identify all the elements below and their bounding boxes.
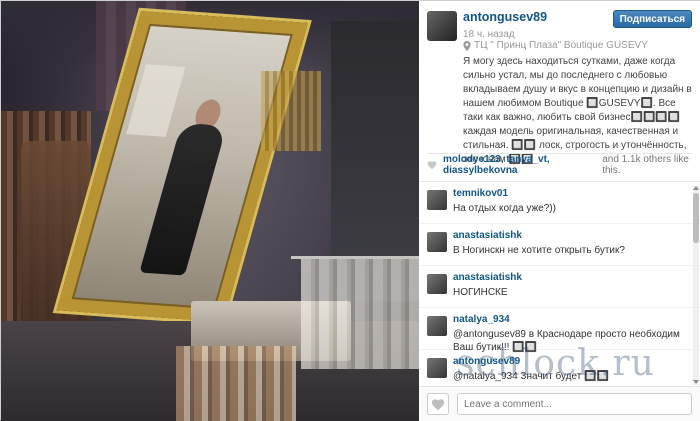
post-caption: ТЦ " Принц Плаза" Boutique GUSEVY Я могу… xyxy=(463,39,693,167)
commenter-username[interactable]: temnikov01 xyxy=(453,188,508,199)
commenter-username[interactable]: anastasiatishk xyxy=(453,272,522,283)
commenter-avatar[interactable] xyxy=(427,358,447,378)
instagram-post-window: antongusev89 18 ч. назад Подписаться ТЦ … xyxy=(0,0,700,421)
commenter-avatar[interactable] xyxy=(427,190,447,210)
heart-icon xyxy=(427,160,437,169)
comment-input[interactable] xyxy=(457,393,692,415)
photo-mirror-shelf xyxy=(126,64,186,137)
scroll-down-icon[interactable] xyxy=(693,379,699,385)
location-text[interactable]: ТЦ " Принц Плаза" Boutique GUSEVY xyxy=(474,39,648,53)
comment-item: temnikov01 На отдых когда уже?)) xyxy=(419,182,700,224)
post-photo[interactable] xyxy=(1,1,419,421)
likes-row: molodye123, tanya_vt, diassylbekovna and… xyxy=(427,153,692,176)
heart-icon xyxy=(431,398,445,410)
scroll-up-icon[interactable] xyxy=(693,185,699,191)
author-username[interactable]: antongusev89 xyxy=(463,10,547,24)
author-avatar[interactable] xyxy=(427,11,457,41)
scrollbar-thumb[interactable] xyxy=(693,193,699,243)
comments-scrollbar[interactable] xyxy=(693,185,699,385)
photo-hanging-clothes xyxy=(301,259,419,369)
commenter-avatar[interactable] xyxy=(427,232,447,252)
commenter-avatar[interactable] xyxy=(427,316,447,336)
commenter-username[interactable]: natalya_934 xyxy=(453,314,510,325)
comment-footer xyxy=(419,386,700,421)
comment-text: НОГИНСКЕ xyxy=(453,287,508,298)
comment-item: anastasiatishk НОГИНСКЕ xyxy=(419,266,700,308)
liked-by-users[interactable]: molodye123, tanya_vt, diassylbekovna xyxy=(443,154,596,176)
comment-text: На отдых когда уже?)) xyxy=(453,203,556,214)
post-location[interactable]: ТЦ " Принц Плаза" Boutique GUSEVY xyxy=(463,39,693,53)
comment-text: В Ногинскн не хотите открыть бутик? xyxy=(453,245,625,256)
likes-count: and 1.1k others like this. xyxy=(602,153,689,176)
location-pin-icon xyxy=(463,41,471,51)
comment-item: anastasiatishk В Ногинскн не хотите откр… xyxy=(419,224,700,266)
watermark: schlock.ru xyxy=(456,343,655,384)
photo-folded-clothes xyxy=(176,346,296,421)
like-button[interactable] xyxy=(427,393,449,415)
caption-text: Я могу здесь находиться сутками, даже ко… xyxy=(463,56,692,165)
commenter-avatar[interactable] xyxy=(427,274,447,294)
photo-person xyxy=(139,122,227,276)
commenter-username[interactable]: anastasiatishk xyxy=(453,230,522,241)
follow-button[interactable]: Подписаться xyxy=(612,10,692,28)
photo-gold-decor xyxy=(261,71,321,151)
